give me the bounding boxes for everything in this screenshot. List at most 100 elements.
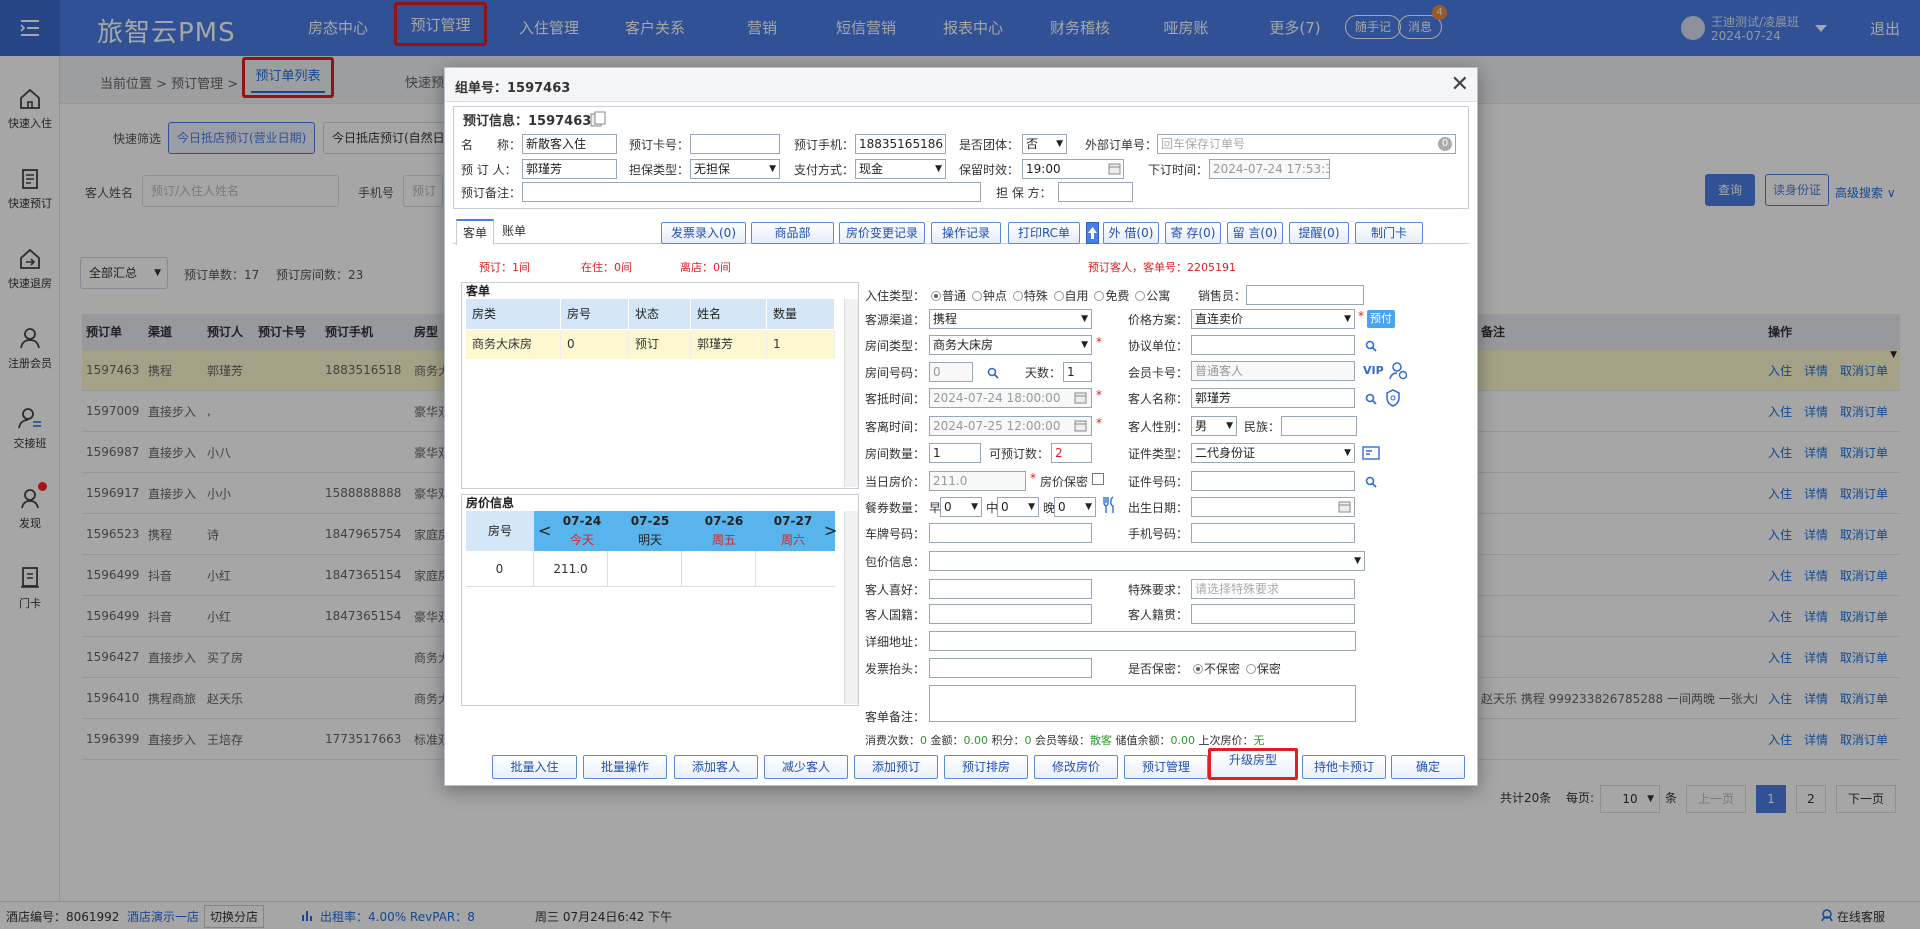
- room-number-input[interactable]: 0: [929, 362, 973, 382]
- lunch-select[interactable]: 0: [997, 497, 1039, 517]
- tab-guest-order[interactable]: 客单: [456, 219, 494, 245]
- checkin-type-radios[interactable]: 普通 钟点 特殊 自用 免费 公寓: [929, 287, 1170, 304]
- plate-input[interactable]: [929, 523, 1092, 543]
- radio-hourly[interactable]: [971, 291, 982, 301]
- prev-date-icon[interactable]: <: [538, 521, 551, 540]
- external-order-input[interactable]: 回车保存订单号: [1157, 134, 1456, 154]
- day-price-input[interactable]: 211.0: [929, 471, 1026, 491]
- id-number-input[interactable]: [1191, 471, 1355, 491]
- nationality-input[interactable]: [929, 604, 1092, 624]
- guarantor-input[interactable]: [1058, 182, 1133, 202]
- departure-time-input[interactable]: 2024-07-25 12:00:00: [929, 416, 1092, 436]
- guest-list-scrollbar[interactable]: [844, 299, 858, 487]
- calendar-icon[interactable]: [1074, 419, 1087, 432]
- name-input[interactable]: 新散客入住: [522, 134, 617, 154]
- guest-cell[interactable]: 郭瑾芳: [691, 330, 767, 359]
- price-scrollbar[interactable]: [844, 511, 858, 704]
- guest-name-input[interactable]: 郭瑾芳: [1191, 388, 1355, 408]
- price-change-log-button[interactable]: 房价变更记录: [839, 222, 925, 244]
- booking-remark-input[interactable]: [522, 182, 981, 202]
- confidential-radios[interactable]: 不保密 保密: [1191, 660, 1281, 677]
- payment-select[interactable]: 现金: [855, 159, 946, 179]
- price-plan-select[interactable]: 直连卖价: [1191, 309, 1355, 329]
- radio-free[interactable]: [1094, 291, 1105, 301]
- other-card-reserve-button[interactable]: 持他卡预订: [1302, 755, 1386, 779]
- add-reservation-button[interactable]: 添加预订: [854, 755, 938, 779]
- calendar-icon[interactable]: [1074, 391, 1087, 404]
- arrival-time-input[interactable]: 2024-07-24 18:00:00: [929, 388, 1092, 408]
- close-icon[interactable]: ✕: [1451, 72, 1469, 97]
- native-place-input[interactable]: [1191, 604, 1355, 624]
- next-date-icon[interactable]: >: [824, 521, 837, 540]
- upgrade-room-button[interactable]: 升级房型: [1208, 748, 1298, 780]
- calendar-icon[interactable]: [1108, 162, 1121, 175]
- reservation-manage-button[interactable]: 预订管理: [1124, 755, 1208, 779]
- invoice-title-input[interactable]: [929, 658, 1092, 678]
- booking-phone-input[interactable]: 18835165186: [855, 134, 946, 154]
- message-button[interactable]: 留 言(0): [1227, 222, 1283, 244]
- room-quantity-input[interactable]: 1: [929, 443, 981, 463]
- guest-cell[interactable]: 预订: [629, 330, 691, 359]
- add-guest-button[interactable]: 添加客人: [674, 755, 758, 779]
- member-card-input[interactable]: 普通客人: [1191, 361, 1355, 381]
- corporate-input[interactable]: [1191, 335, 1355, 355]
- address-input[interactable]: [929, 631, 1356, 651]
- remove-guest-button[interactable]: 减少客人: [764, 755, 848, 779]
- price-cell-empty[interactable]: [756, 551, 835, 587]
- price-cell-empty[interactable]: [682, 551, 756, 587]
- reminder-button[interactable]: 提醒(0): [1289, 222, 1349, 244]
- prepay-tag[interactable]: 预付: [1367, 310, 1395, 328]
- vip-icon[interactable]: VIP: [1363, 364, 1384, 377]
- group-select[interactable]: 否: [1022, 134, 1067, 154]
- utensils-icon[interactable]: [1101, 496, 1117, 514]
- room-type-select[interactable]: 商务大床房: [929, 335, 1092, 355]
- price-secret-checkbox[interactable]: [1092, 473, 1104, 485]
- assign-room-button[interactable]: 预订排房: [944, 755, 1028, 779]
- calendar-icon[interactable]: [1338, 500, 1351, 513]
- batch-checkin-button[interactable]: 批量入住: [492, 755, 577, 779]
- radio-self-use[interactable]: [1053, 291, 1064, 301]
- mobile-input[interactable]: [1191, 523, 1355, 543]
- dinner-select[interactable]: 0: [1054, 497, 1096, 517]
- lend-button[interactable]: 外 借(0): [1103, 222, 1159, 244]
- price-cell[interactable]: 211.0: [534, 551, 608, 587]
- search-icon[interactable]: [1365, 340, 1377, 352]
- radio-normal[interactable]: [931, 291, 941, 301]
- search-icon[interactable]: [1365, 476, 1377, 488]
- radio-apartment[interactable]: [1135, 291, 1146, 301]
- batch-operation-button[interactable]: 批量操作: [583, 755, 667, 779]
- make-door-card-button[interactable]: 制门卡: [1355, 222, 1423, 244]
- search-icon[interactable]: [987, 367, 999, 379]
- deposit-button[interactable]: 寄 存(0): [1165, 222, 1221, 244]
- hobby-input[interactable]: [929, 579, 1092, 599]
- print-rc-button[interactable]: 打印RC单: [1008, 222, 1080, 244]
- card-input[interactable]: [690, 134, 780, 154]
- guest-cell[interactable]: 0: [561, 330, 629, 359]
- radio-secret[interactable]: [1245, 664, 1256, 674]
- radio-not-secret[interactable]: [1193, 664, 1203, 674]
- id-type-select[interactable]: 二代身份证: [1191, 443, 1355, 463]
- shield-icon[interactable]: [1385, 389, 1401, 407]
- upload-icon[interactable]: [1086, 222, 1099, 244]
- guest-cell[interactable]: 1: [767, 330, 835, 359]
- operation-log-button[interactable]: 操作记录: [931, 222, 1001, 244]
- source-select[interactable]: 携程: [929, 309, 1092, 329]
- copy-icon[interactable]: [590, 111, 606, 127]
- special-request-input[interactable]: 请选择特殊要求: [1191, 579, 1355, 599]
- invoice-entry-button[interactable]: 发票录入(0): [661, 222, 746, 244]
- radio-special[interactable]: [1012, 291, 1023, 301]
- id-scan-icon[interactable]: [1362, 445, 1380, 461]
- guest-remark-textarea[interactable]: [929, 685, 1356, 722]
- goods-button[interactable]: 商品部: [751, 222, 834, 244]
- days-input[interactable]: 1: [1063, 362, 1092, 382]
- confirm-button[interactable]: 确定: [1391, 755, 1465, 779]
- price-cell-empty[interactable]: [608, 551, 682, 587]
- modify-price-button[interactable]: 修改房价: [1034, 755, 1118, 779]
- booker-input[interactable]: 郭瑾芳: [522, 159, 617, 179]
- birthday-input[interactable]: [1191, 497, 1355, 517]
- salesperson-input[interactable]: [1246, 285, 1364, 305]
- breakfast-select[interactable]: 0: [940, 497, 982, 517]
- add-user-icon[interactable]: [1389, 362, 1407, 380]
- gender-select[interactable]: 男: [1191, 416, 1237, 436]
- search-icon[interactable]: [1365, 393, 1377, 405]
